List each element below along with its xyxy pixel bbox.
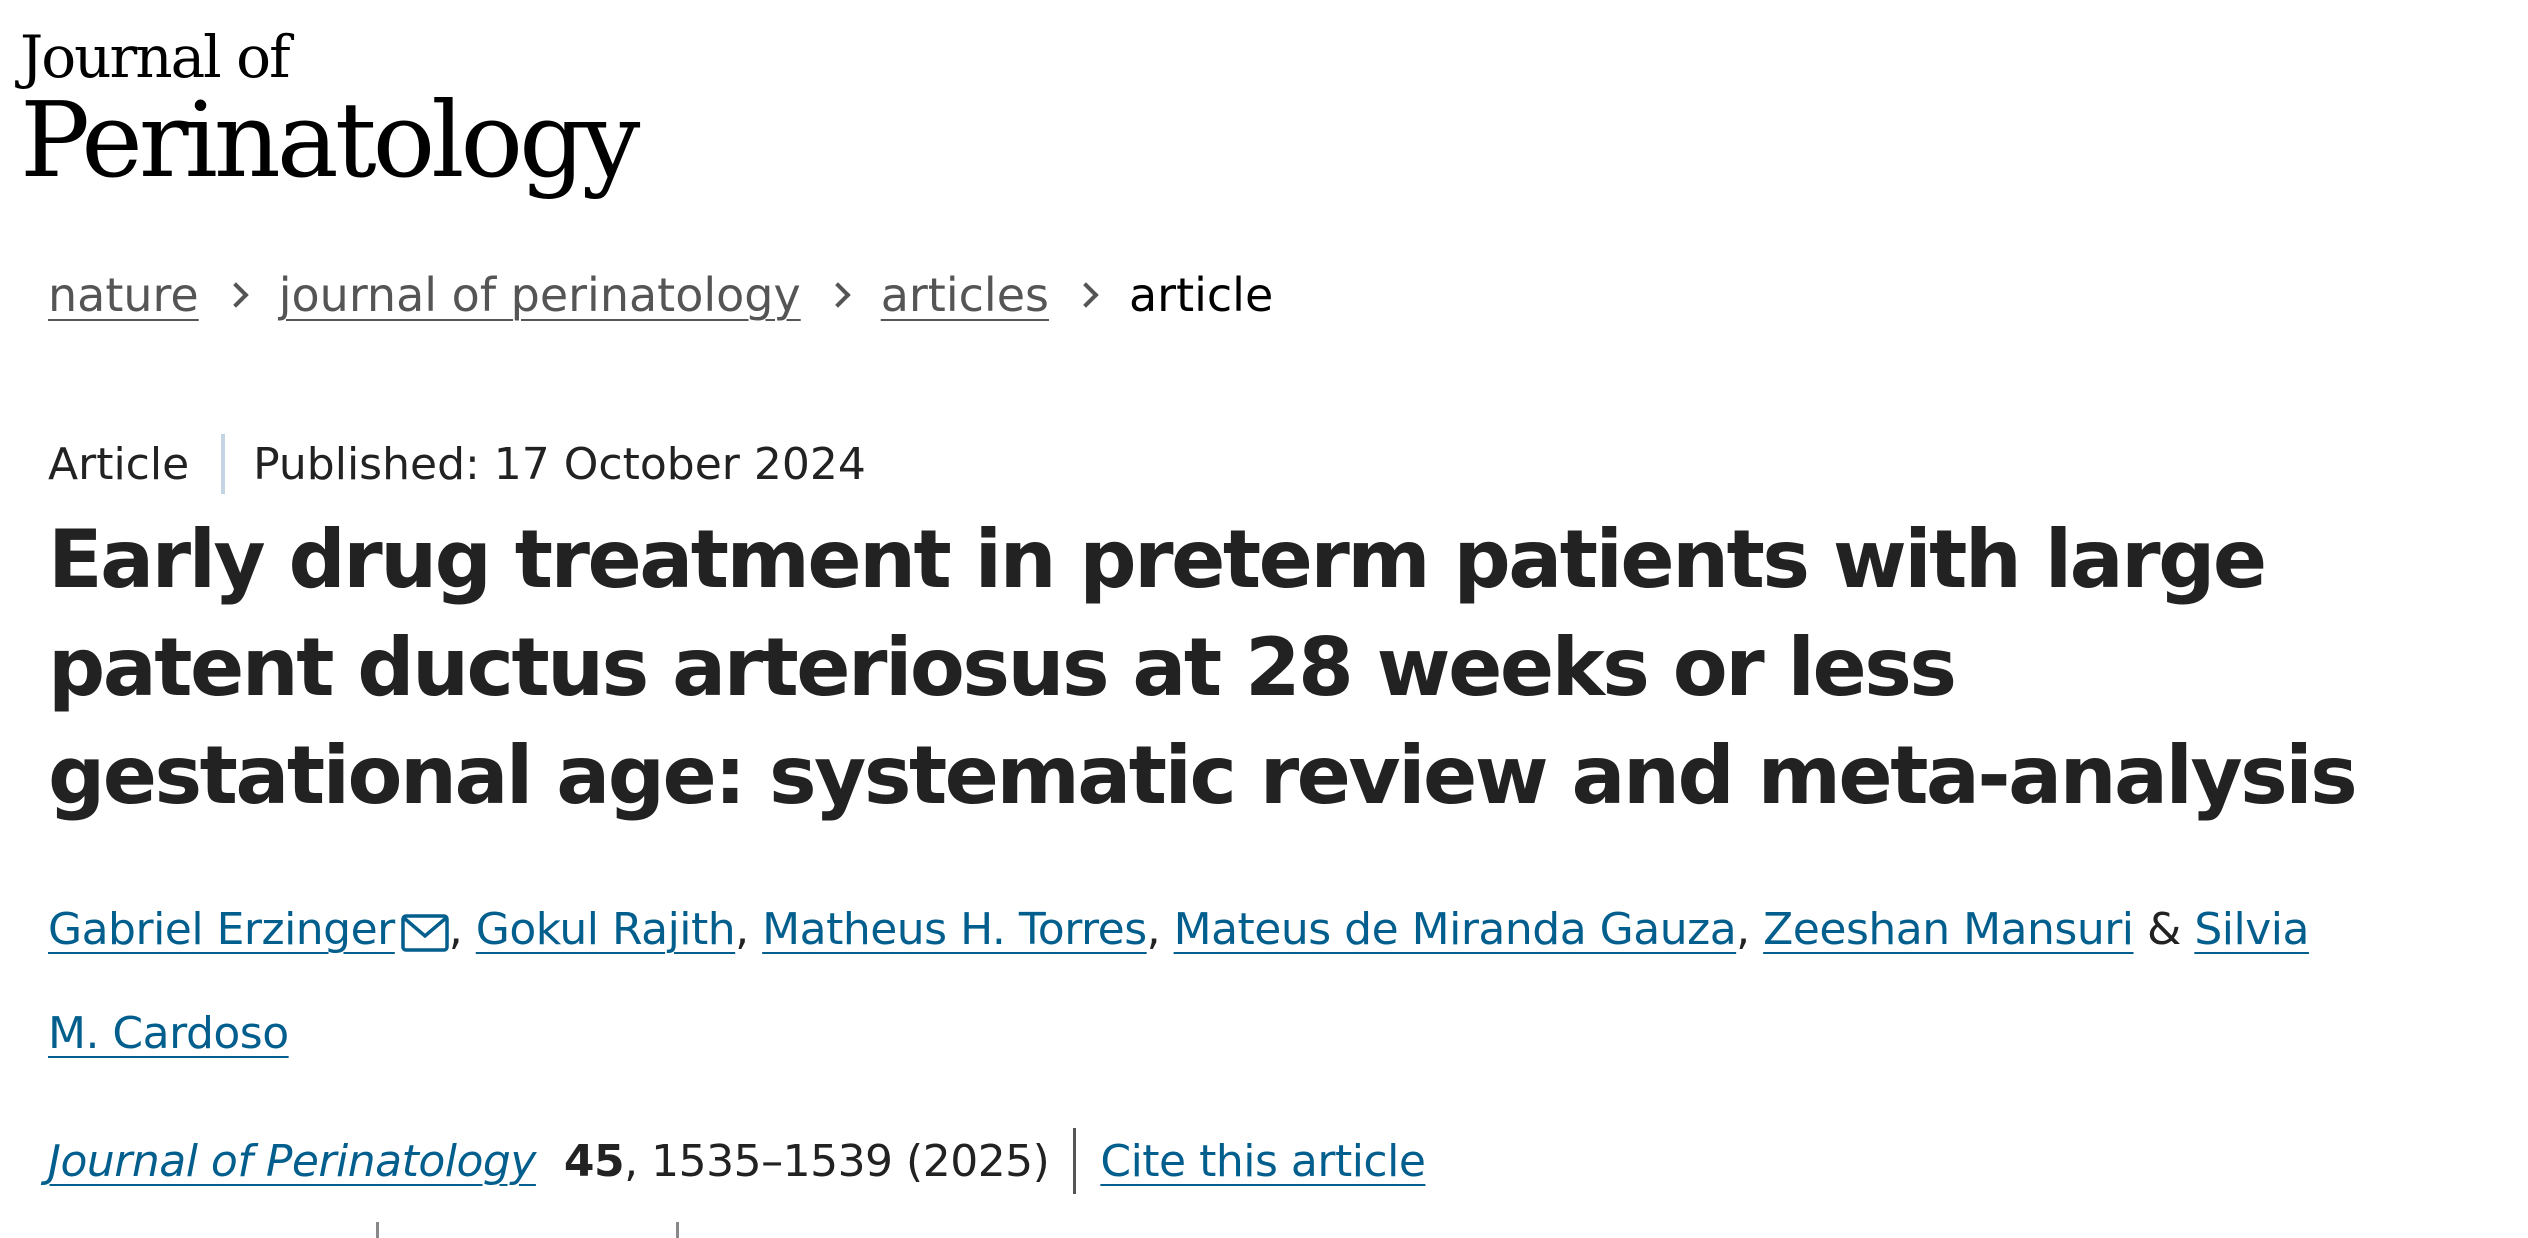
author-link[interactable]: Gabriel Erzinger bbox=[48, 904, 395, 955]
breadcrumb-link-nature[interactable]: nature bbox=[48, 268, 199, 322]
author-separator: , bbox=[1736, 904, 1764, 955]
article-meta: Article Published: 17 October 2024 bbox=[48, 434, 866, 494]
author-list: Gabriel Erzinger, Gokul Rajith, Matheus … bbox=[48, 882, 2348, 1082]
author-separator: , bbox=[448, 904, 476, 955]
author-link[interactable]: Zeeshan Mansuri bbox=[1763, 904, 2134, 955]
citation-divider bbox=[1073, 1128, 1077, 1194]
article-type: Article bbox=[48, 438, 190, 490]
journal-logo-line1: Journal of bbox=[20, 23, 291, 91]
article-title: Early drug treatment in preterm patients… bbox=[48, 513, 2358, 822]
chevron-right-icon bbox=[223, 282, 249, 308]
author-separator: , bbox=[735, 904, 763, 955]
volume: 45 bbox=[563, 1135, 625, 1187]
breadcrumb-link-articles[interactable]: articles bbox=[881, 268, 1049, 322]
citation-line: Journal of Perinatology 45, 1535–1539 (2… bbox=[48, 1128, 1426, 1194]
journal-logo[interactable]: Journal of Perinatology bbox=[20, 23, 640, 201]
breadcrumb-link-journal[interactable]: journal of perinatology bbox=[279, 268, 801, 322]
author-link[interactable]: Gokul Rajith bbox=[476, 904, 736, 955]
author-separator: , bbox=[1146, 904, 1174, 955]
journal-link[interactable]: Journal of Perinatology bbox=[48, 1136, 536, 1187]
journal-logo-line2: Perinatology bbox=[20, 79, 640, 201]
breadcrumb-current: article bbox=[1128, 268, 1274, 322]
published-date: Published: 17 October 2024 bbox=[253, 438, 866, 490]
author-link[interactable]: Matheus H. Torres bbox=[762, 904, 1147, 955]
chevron-right-icon bbox=[1073, 282, 1099, 308]
mail-icon[interactable] bbox=[401, 890, 449, 986]
meta-divider bbox=[221, 434, 226, 494]
author-link[interactable]: Mateus de Miranda Gauza bbox=[1174, 904, 1737, 955]
author-separator: & bbox=[2133, 904, 2195, 955]
breadcrumb: nature journal of perinatology articles … bbox=[48, 268, 1273, 322]
cite-article-link[interactable]: Cite this article bbox=[1100, 1136, 1426, 1187]
chevron-right-icon bbox=[824, 282, 851, 308]
pages-year: , 1535–1539 (2025) bbox=[624, 1135, 1050, 1187]
